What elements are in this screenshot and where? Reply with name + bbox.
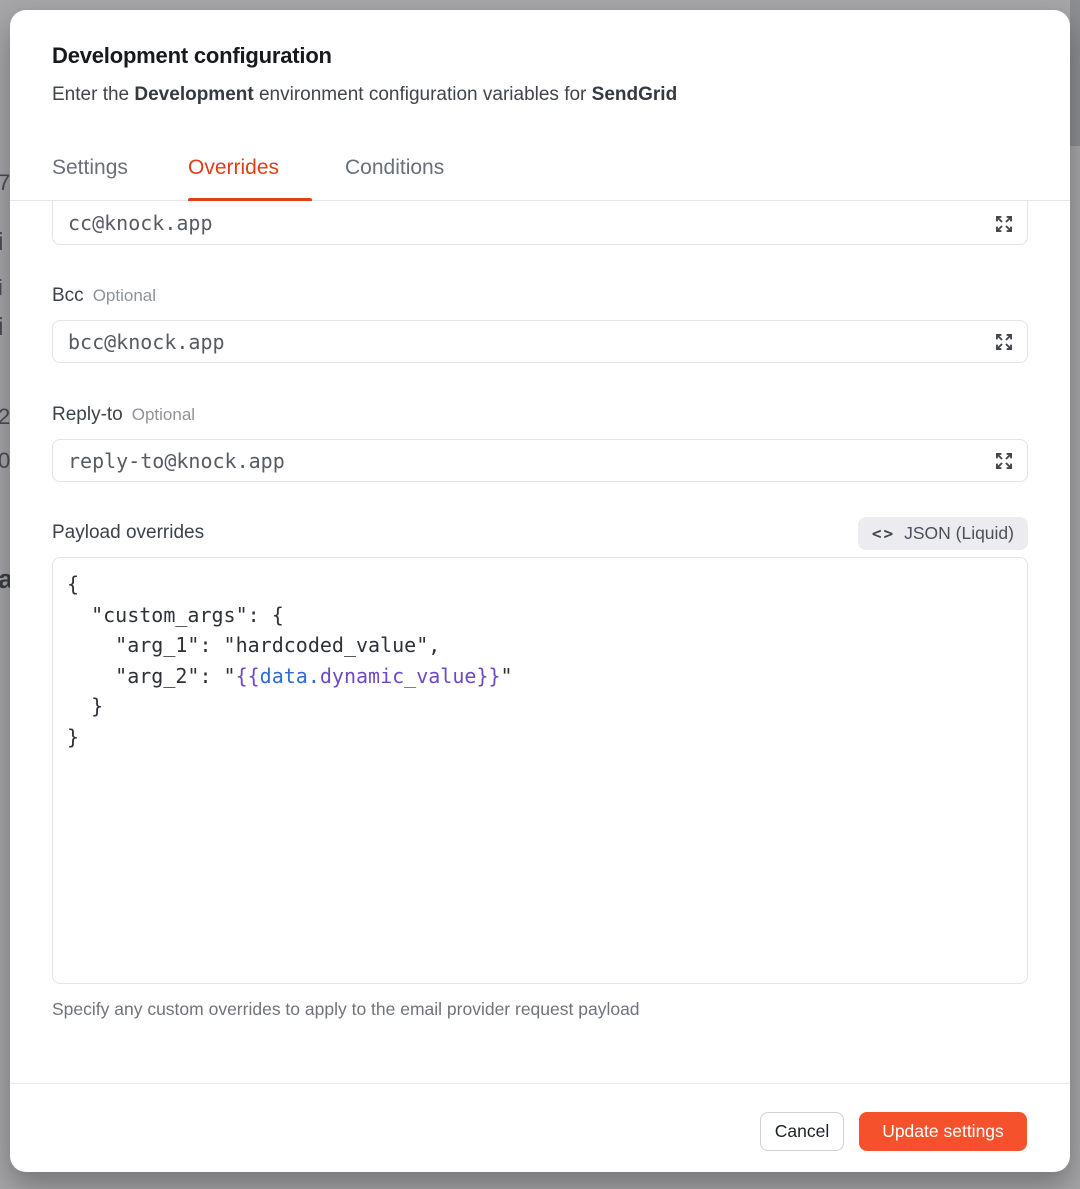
cc-input-value: cc@knock.app xyxy=(68,211,993,235)
json-liquid-badge: <> JSON (Liquid) xyxy=(858,517,1028,550)
modal-title: Development configuration xyxy=(52,43,332,69)
bcc-input[interactable]: bcc@knock.app xyxy=(52,320,1028,363)
payload-helper-text: Specify any custom overrides to apply to… xyxy=(52,999,640,1020)
liquid-dot-token: . xyxy=(308,664,320,688)
payload-overrides-label: Payload overrides xyxy=(52,522,204,544)
code-line: } xyxy=(67,722,1013,753)
code-line: } xyxy=(67,691,1013,722)
page-scrollbar-thumb[interactable] xyxy=(1070,0,1080,146)
code-token: "arg_2": " xyxy=(67,664,236,688)
code-line: "arg_1": "hardcoded_value", xyxy=(67,630,1013,661)
liquid-open-brace-token: {{ xyxy=(236,664,260,688)
tab-overrides[interactable]: Overrides xyxy=(188,156,279,180)
cc-field-clip: cc@knock.app xyxy=(52,201,1028,246)
update-settings-button[interactable]: Update settings xyxy=(859,1112,1027,1151)
development-configuration-modal: Development configuration Enter the Deve… xyxy=(10,10,1070,1172)
background-text-fragment: i xyxy=(0,230,4,255)
liquid-object-token: data xyxy=(260,664,308,688)
reply-to-label: Reply-to Optional xyxy=(52,404,195,426)
bcc-input-value: bcc@knock.app xyxy=(68,330,993,354)
reply-to-optional-hint: Optional xyxy=(132,405,195,424)
tab-conditions[interactable]: Conditions xyxy=(345,156,444,180)
bcc-label-text: Bcc xyxy=(52,285,84,306)
json-liquid-badge-label: JSON (Liquid) xyxy=(904,523,1014,544)
reply-to-input-value: reply-to@knock.app xyxy=(68,449,993,473)
subtitle-environment-name: Development xyxy=(134,84,253,105)
payload-overrides-code-editor[interactable]: { "custom_args": { "arg_1": "hardcoded_v… xyxy=(52,557,1028,984)
subtitle-text: environment configuration variables for xyxy=(254,84,592,105)
background-text-fragment: i xyxy=(0,315,4,340)
bcc-label: Bcc Optional xyxy=(52,285,156,307)
cancel-button[interactable]: Cancel xyxy=(760,1112,844,1151)
cc-input[interactable]: cc@knock.app xyxy=(52,201,1028,245)
expand-icon[interactable] xyxy=(993,331,1015,353)
reply-to-label-text: Reply-to xyxy=(52,404,123,425)
expand-icon[interactable] xyxy=(993,450,1015,472)
code-line: "arg_2": "{{data.dynamic_value}}" xyxy=(67,661,1013,692)
footer-divider xyxy=(10,1083,1070,1084)
expand-icon[interactable] xyxy=(993,213,1015,235)
code-brackets-icon: <> xyxy=(872,524,895,543)
background-text-fragment: 7 xyxy=(0,172,10,194)
background-text-fragment: i xyxy=(0,277,3,299)
reply-to-input[interactable]: reply-to@knock.app xyxy=(52,439,1028,482)
modal-subtitle: Enter the Development environment config… xyxy=(52,84,677,106)
background-text-fragment: 0 xyxy=(0,450,10,472)
subtitle-text: Enter the xyxy=(52,84,134,105)
background-text-fragment: 2 xyxy=(0,406,10,428)
code-token: " xyxy=(501,664,513,688)
tab-settings[interactable]: Settings xyxy=(52,156,128,180)
liquid-close-brace-token: }} xyxy=(476,664,500,688)
bcc-optional-hint: Optional xyxy=(93,286,156,305)
code-line: { xyxy=(67,569,1013,600)
subtitle-provider-name: SendGrid xyxy=(592,84,678,105)
code-line: "custom_args": { xyxy=(67,600,1013,631)
liquid-property-token: dynamic_value xyxy=(320,664,477,688)
